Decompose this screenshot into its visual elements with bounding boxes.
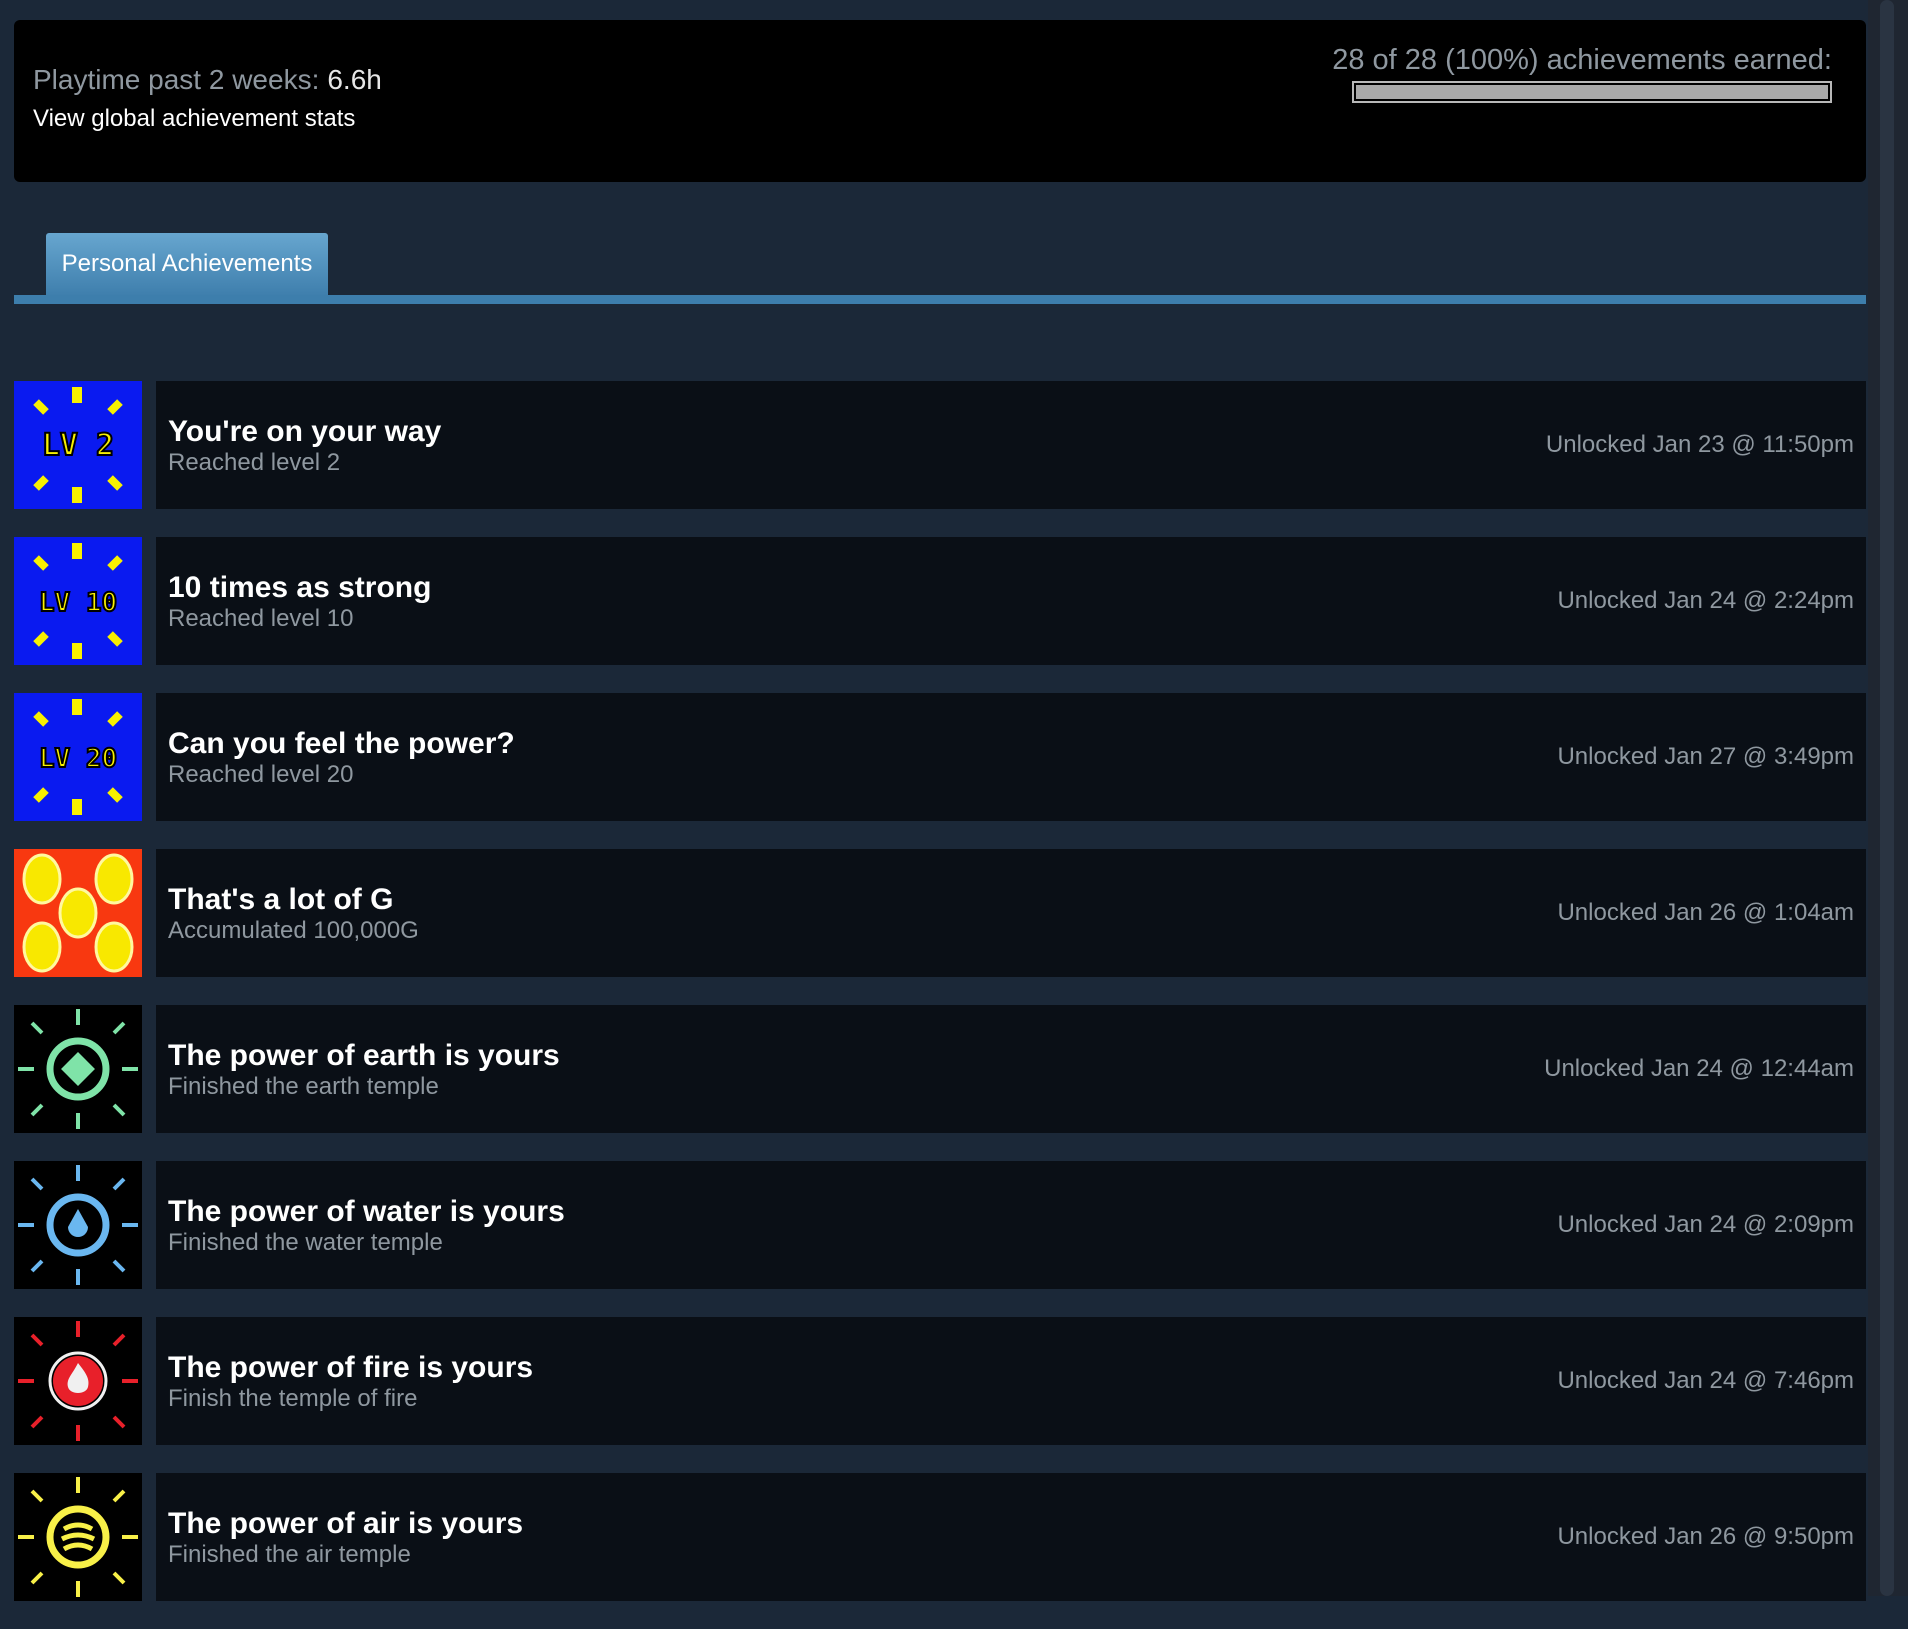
achievement-progress-bar bbox=[1352, 81, 1832, 103]
achievement-title: The power of water is yours bbox=[168, 1195, 565, 1228]
achievement-title: You're on your way bbox=[168, 415, 442, 448]
level-2-badge-icon: LV 2 bbox=[14, 381, 142, 509]
achievement-card: Can you feel the power? Reached level 20… bbox=[156, 693, 1866, 821]
playtime-summary: Playtime past 2 weeks: 6.6h bbox=[33, 64, 382, 96]
achievement-title: That's a lot of G bbox=[168, 883, 394, 916]
scrollbar-track[interactable] bbox=[1880, 0, 1894, 1596]
achievement-description: Finished the earth temple bbox=[168, 1073, 439, 1100]
achievement-description: Finish the temple of fire bbox=[168, 1385, 418, 1412]
achievement-unlock-time: Unlocked Jan 24 @ 12:44am bbox=[1544, 1055, 1854, 1082]
achievement-row: LV 20 Can you feel the power? Reached le… bbox=[14, 693, 1866, 821]
achievement-row: The power of water is yours Finished the… bbox=[14, 1161, 1866, 1289]
achievement-list: LV 2 You're on your way Reached level 2 … bbox=[14, 381, 1866, 1601]
achievement-card: The power of fire is yours Finish the te… bbox=[156, 1317, 1866, 1445]
page-scrollbar[interactable] bbox=[1868, 0, 1908, 1596]
achievement-title: The power of earth is yours bbox=[168, 1039, 560, 1072]
achievement-card: That's a lot of G Accumulated 100,000G U… bbox=[156, 849, 1866, 977]
playtime-value: 6.6h bbox=[327, 64, 382, 95]
achievement-title: The power of fire is yours bbox=[168, 1351, 534, 1384]
achievement-title: The power of air is yours bbox=[168, 1507, 524, 1540]
water-orb-icon bbox=[14, 1161, 142, 1289]
achievement-unlock-time: Unlocked Jan 24 @ 2:09pm bbox=[1557, 1211, 1854, 1238]
achievement-description: Finished the air temple bbox=[168, 1541, 411, 1568]
level-10-badge-icon: LV 10 bbox=[14, 537, 142, 665]
air-orb-icon bbox=[14, 1473, 142, 1601]
achievements-page: Playtime past 2 weeks: 6.6h View global a… bbox=[14, 20, 1866, 1629]
earth-orb-icon bbox=[14, 1005, 142, 1133]
achievement-unlock-time: Unlocked Jan 23 @ 11:50pm bbox=[1545, 431, 1854, 458]
achievement-row: The power of air is yours Finished the a… bbox=[14, 1473, 1866, 1601]
svg-text:LV 10: LV 10 bbox=[39, 588, 117, 618]
achievement-description: Reached level 2 bbox=[168, 449, 341, 476]
achievement-card: The power of water is yours Finished the… bbox=[156, 1161, 1866, 1289]
achievement-unlock-time: Unlocked Jan 26 @ 1:04am bbox=[1557, 899, 1854, 926]
fire-orb-icon bbox=[14, 1317, 142, 1445]
achievement-description: Finished the water temple bbox=[168, 1229, 443, 1256]
achievement-title: Can you feel the power? bbox=[168, 727, 515, 760]
achievement-summary-panel: Playtime past 2 weeks: 6.6h View global a… bbox=[14, 20, 1866, 182]
achievements-earned-text: 28 of 28 (100%) achievements earned: bbox=[1332, 44, 1832, 76]
achievements-earned: 28 of 28 (100%) achievements earned: bbox=[1332, 44, 1832, 103]
achievement-row: The power of earth is yours Finished the… bbox=[14, 1005, 1866, 1133]
achievement-row: That's a lot of G Accumulated 100,000G U… bbox=[14, 849, 1866, 977]
achievement-description: Accumulated 100,000G bbox=[168, 917, 419, 944]
svg-text:LV 2: LV 2 bbox=[42, 428, 114, 463]
achievement-title: 10 times as strong bbox=[168, 571, 432, 604]
gold-coins-icon bbox=[14, 849, 142, 977]
achievement-card: The power of earth is yours Finished the… bbox=[156, 1005, 1866, 1133]
achievement-progress-fill bbox=[1356, 85, 1828, 99]
global-achievement-stats-link[interactable]: View global achievement stats bbox=[33, 105, 355, 133]
svg-text:LV 20: LV 20 bbox=[39, 744, 117, 774]
achievement-description: Reached level 10 bbox=[168, 605, 354, 632]
achievement-unlock-time: Unlocked Jan 27 @ 3:49pm bbox=[1557, 743, 1854, 770]
achievement-unlock-time: Unlocked Jan 24 @ 2:24pm bbox=[1557, 587, 1854, 614]
achievement-card: The power of air is yours Finished the a… bbox=[156, 1473, 1866, 1601]
achievement-row: LV 2 You're on your way Reached level 2 … bbox=[14, 381, 1866, 509]
achievement-unlock-time: Unlocked Jan 24 @ 7:46pm bbox=[1557, 1367, 1854, 1394]
achievement-tabs: Personal Achievements bbox=[14, 233, 1866, 304]
achievement-row: LV 10 10 times as strong Reached level 1… bbox=[14, 537, 1866, 665]
achievement-unlock-time: Unlocked Jan 26 @ 9:50pm bbox=[1557, 1523, 1854, 1550]
tab-underline bbox=[14, 295, 1866, 304]
achievement-description: Reached level 20 bbox=[168, 761, 354, 788]
achievement-card: 10 times as strong Reached level 10 Unlo… bbox=[156, 537, 1866, 665]
playtime-label: Playtime past 2 weeks: bbox=[33, 64, 320, 95]
achievement-card: You're on your way Reached level 2 Unloc… bbox=[156, 381, 1866, 509]
level-20-badge-icon: LV 20 bbox=[14, 693, 142, 821]
tab-personal-achievements[interactable]: Personal Achievements bbox=[46, 233, 328, 295]
achievement-row: The power of fire is yours Finish the te… bbox=[14, 1317, 1866, 1445]
